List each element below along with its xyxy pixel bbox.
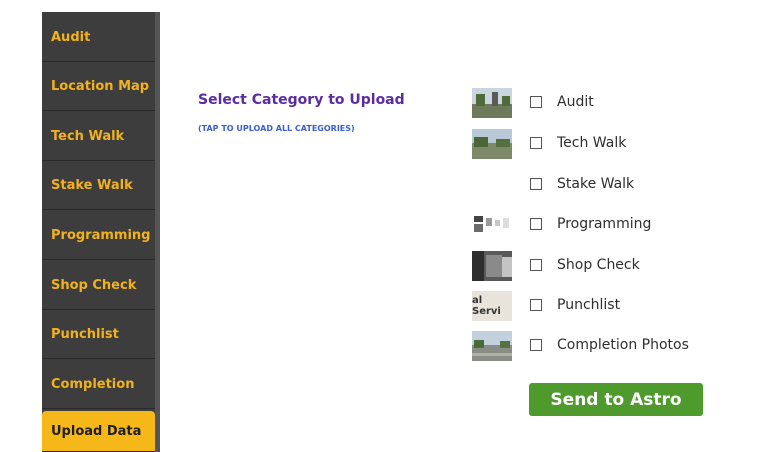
category-label: Completion Photos [557, 337, 689, 353]
sidebar-item-label: Tech Walk [51, 129, 125, 144]
category-label: Programming [557, 216, 652, 232]
tech-walk-checkbox[interactable] [530, 137, 542, 149]
category-label: Stake Walk [557, 176, 635, 192]
send-to-astro-button[interactable]: Send to Astro [529, 383, 703, 416]
sidebar-item-label: Shop Check [51, 278, 137, 293]
category-label: Shop Check [557, 257, 640, 273]
sidebar-item-location-map[interactable]: Location Map [42, 63, 155, 111]
shop-check-thumbnail [472, 251, 512, 281]
page-title: Select Category to Upload [198, 92, 405, 108]
category-row-programming: Programming [472, 210, 732, 240]
sidebar-item-programming[interactable]: Programming [42, 212, 155, 260]
sidebar-item-upload-data[interactable]: Upload Data [42, 411, 155, 452]
category-label: Punchlist [557, 297, 621, 313]
shop-check-checkbox[interactable] [530, 259, 542, 271]
programming-thumbnail [472, 210, 512, 240]
audit-checkbox[interactable] [530, 96, 542, 108]
punchlist-thumbnail-text: al Servi [472, 291, 512, 321]
category-label: Audit [557, 94, 594, 110]
category-row-tech-walk: Tech Walk [472, 129, 732, 159]
punchlist-checkbox[interactable] [530, 299, 542, 311]
sidebar-item-label: Programming [51, 228, 151, 243]
sidebar-item-stake-walk[interactable]: Stake Walk [42, 162, 155, 210]
category-label: Tech Walk [557, 135, 627, 151]
sidebar-item-shop-check[interactable]: Shop Check [42, 262, 155, 310]
completion-photos-thumbnail [472, 331, 512, 361]
sidebar-item-label: Punchlist [51, 327, 119, 342]
category-row-audit: Audit [472, 88, 732, 118]
category-row-punchlist: al Servi Punchlist [472, 291, 732, 321]
upload-all-link[interactable]: (TAP TO UPLOAD ALL CATEGORIES) [198, 124, 355, 133]
category-row-shop-check: Shop Check [472, 251, 732, 281]
programming-checkbox[interactable] [530, 218, 542, 230]
punchlist-thumbnail: al Servi [472, 291, 512, 321]
audit-thumbnail [472, 88, 512, 118]
sidebar-item-label: Upload Data [51, 423, 142, 439]
sidebar-item-tech-walk[interactable]: Tech Walk [42, 113, 155, 161]
category-row-stake-walk: Stake Walk [472, 170, 732, 200]
sidebar-item-punchlist[interactable]: Punchlist [42, 311, 155, 359]
sidebar-item-label: Audit [51, 30, 91, 45]
tech-walk-thumbnail [472, 129, 512, 159]
sidebar-item-label: Location Map [51, 79, 150, 94]
category-row-completion-photos: Completion Photos [472, 331, 732, 361]
sidebar-item-audit[interactable]: Audit [42, 14, 155, 62]
sidebar-item-completion[interactable]: Completion [42, 361, 155, 409]
sidebar-item-label: Completion [51, 377, 135, 392]
stake-walk-checkbox[interactable] [530, 178, 542, 190]
completion-photos-checkbox[interactable] [530, 339, 542, 351]
sidebar-item-label: Stake Walk [51, 178, 133, 193]
sidebar-nav: Audit Location Map Tech Walk Stake Walk … [42, 12, 160, 452]
sidebar-edge [155, 12, 160, 452]
